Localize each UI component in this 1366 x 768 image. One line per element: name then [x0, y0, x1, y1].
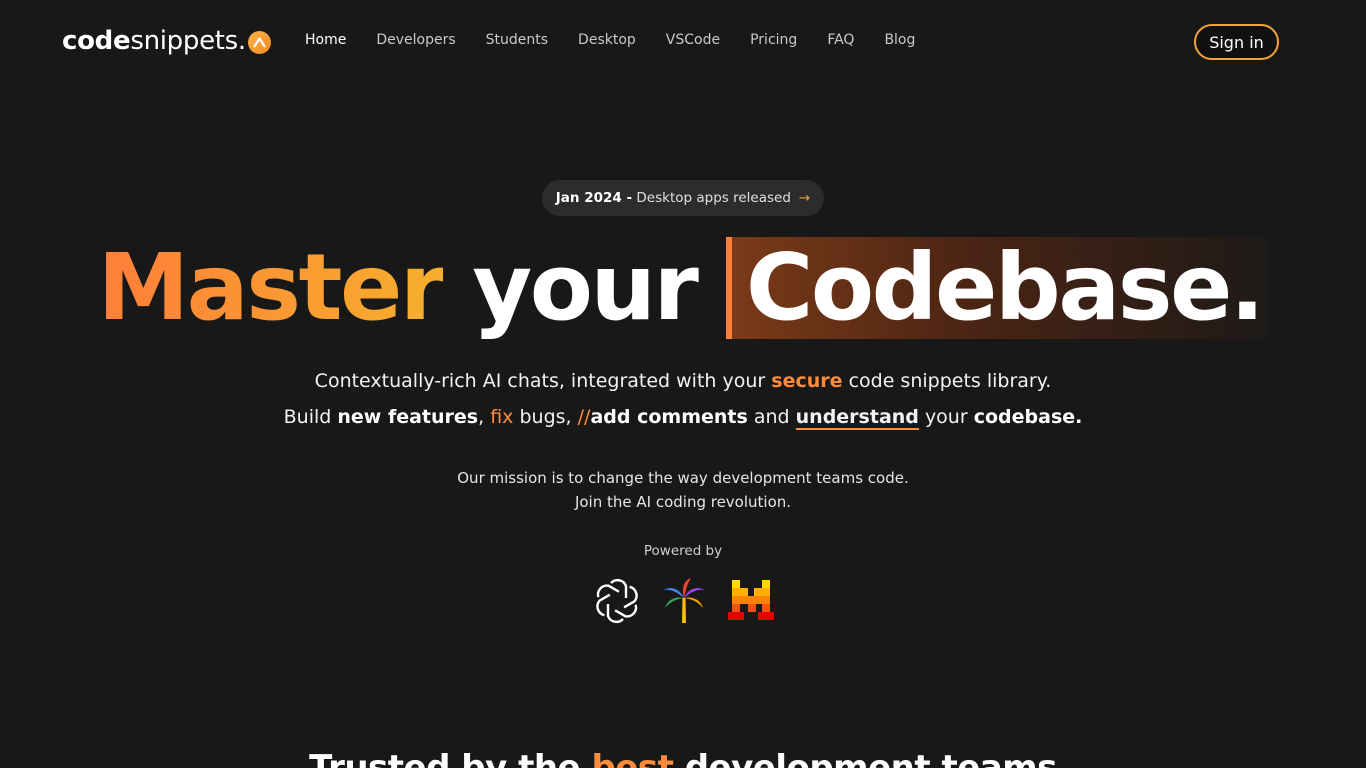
brand-logo[interactable]: code snippets. — [62, 24, 271, 58]
subtitle2-codebase: codebase. — [973, 406, 1083, 428]
subtitle2-bugs: bugs, — [519, 406, 572, 428]
subtitle2-add-comments: add comments — [590, 406, 748, 428]
subtitle2-build: Build — [283, 406, 332, 428]
powered-by-logos — [592, 576, 776, 626]
nav-blog[interactable]: Blog — [884, 32, 915, 48]
trusted-heading: Trusted by the best development teams — [0, 748, 1366, 768]
mistral-icon — [726, 576, 776, 626]
announcement-date: Jan 2024 - — [555, 190, 633, 206]
subtitle2-comma: , — [478, 406, 485, 428]
powered-by-label: Powered by — [643, 543, 723, 559]
subtitle2-your: your — [924, 406, 968, 428]
hero-word-codebase: Codebase. — [725, 237, 1269, 339]
hero-word-your: your — [472, 234, 699, 341]
announcement-text: Desktop apps released — [636, 190, 791, 206]
subtitle1-pre: Contextually-rich AI chats, integrated w… — [314, 370, 766, 392]
trusted-highlight: best — [591, 748, 674, 768]
subtitle2-fix: fix — [490, 406, 514, 428]
hero-heading: Master your Codebase. — [0, 232, 1366, 344]
hero-subtitle-2: Build new features, fix bugs, //add comm… — [0, 406, 1366, 430]
arrow-right-icon: → — [798, 190, 811, 206]
subtitle1-post: code snippets library. — [848, 370, 1052, 392]
nav-home[interactable]: Home — [305, 32, 346, 48]
brand-name-light: snippets. — [130, 26, 246, 56]
brand-mark-icon — [247, 30, 271, 54]
subtitle2-comment-slashes: // — [577, 406, 591, 428]
mission-line-2: Join the AI coding revolution. — [574, 493, 792, 511]
brand-name-bold: code — [62, 26, 131, 56]
openai-icon — [592, 576, 642, 626]
main-nav: Home Developers Students Desktop VSCode … — [305, 32, 945, 48]
mission-statement: Our mission is to change the way develop… — [0, 466, 1366, 514]
nav-developers[interactable]: Developers — [376, 32, 455, 48]
trusted-post: development teams — [684, 748, 1058, 768]
nav-vscode[interactable]: VSCode — [666, 32, 720, 48]
subtitle2-understand: understand — [795, 406, 919, 430]
hero-subtitle-1: Contextually-rich AI chats, integrated w… — [0, 370, 1366, 392]
announcement-pill[interactable]: Jan 2024 - Desktop apps released → — [542, 180, 824, 216]
hero-word-master: Master — [97, 234, 446, 341]
subtitle2-new-features: new features — [337, 406, 479, 428]
nav-students[interactable]: Students — [486, 32, 548, 48]
nav-faq[interactable]: FAQ — [827, 32, 854, 48]
subtitle2-and: and — [753, 406, 790, 428]
nav-desktop[interactable]: Desktop — [578, 32, 636, 48]
sign-in-button[interactable]: Sign in — [1194, 24, 1279, 60]
subtitle1-highlight: secure — [771, 370, 843, 392]
trusted-pre: Trusted by the — [309, 748, 581, 768]
nav-pricing[interactable]: Pricing — [750, 32, 797, 48]
mission-line-1: Our mission is to change the way develop… — [457, 469, 909, 487]
palm-icon — [659, 576, 709, 626]
site-header: code snippets. Home Developers Students D… — [0, 0, 1366, 84]
